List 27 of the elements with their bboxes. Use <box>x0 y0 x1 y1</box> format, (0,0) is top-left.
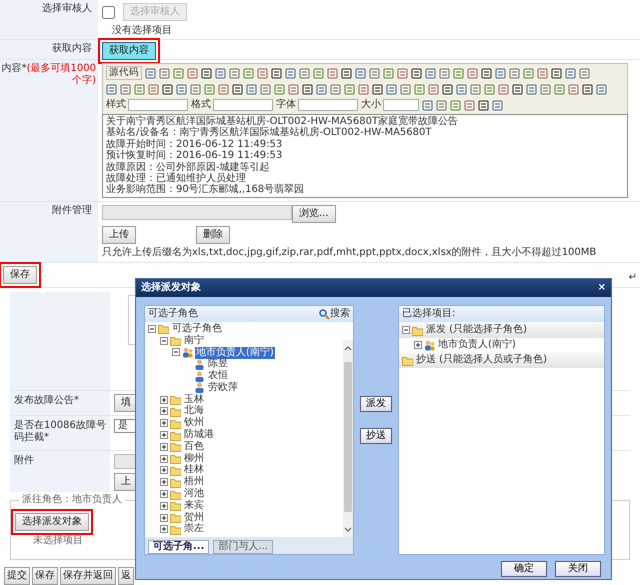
status-text: 没有选择项目 <box>111 24 173 38</box>
field-label: 获取内容 <box>0 40 98 59</box>
dialog-title: 选择派发对象 <box>141 282 201 294</box>
text-line: 预计恢复时间：2016-06-19 11:49:53 <box>106 150 284 162</box>
field-label: 是否在10086故障号码拦截* <box>10 416 110 450</box>
return-mark: ↵ <box>628 272 637 284</box>
hint-text: (最多可填1000个字) <box>26 63 96 86</box>
note-text: 只允许上传后缀名为xls,txt,doc,jpg,gif,zip,rar,pdf,mht,ppt,pptx,docx,xlsx的附件，且大小不得超过100MB <box>102 247 598 259</box>
text-line: 业务影响范围：90号汇东郦城,,168号翡翠园 <box>106 184 306 196</box>
status-text: 未选择项目 <box>33 535 83 546</box>
text-line: 故障开始时间：2016-06-12 11:49:53 <box>106 138 284 150</box>
text-line: 故障处理：已通知维护人员处理 <box>106 173 247 184</box>
field-label: 发布故障公告* <box>10 391 110 415</box>
dropdown-label: 大小 <box>361 99 381 111</box>
field-label: 选择审核人 <box>0 0 98 39</box>
text-line: 故障原因：公司外部原因-城建等引起 <box>106 162 271 173</box>
dropdown-label: 样式 <box>106 99 126 111</box>
field-label: 内容* <box>2 63 27 74</box>
panel-title: 可选子角色 <box>148 308 198 320</box>
field-label: 附件管理 <box>0 202 98 262</box>
text-line: 基站名/设备名：南宁青秀区航洋国际城基站机房-OLT002-HW-MA5680T <box>106 127 432 138</box>
panel-title: 已选择项目: <box>402 308 456 320</box>
field-label: 附件 <box>10 451 110 492</box>
dropdown-label: 字体 <box>276 99 296 111</box>
dropdown-label: 格式 <box>191 99 211 111</box>
legend-text: 派往角色：地市负责人 <box>19 494 125 506</box>
text-line: 关于南宁青秀区航洋国际城基站机房-OLT002-HW-MA5680T家庭宽带故障公告 <box>106 116 460 127</box>
